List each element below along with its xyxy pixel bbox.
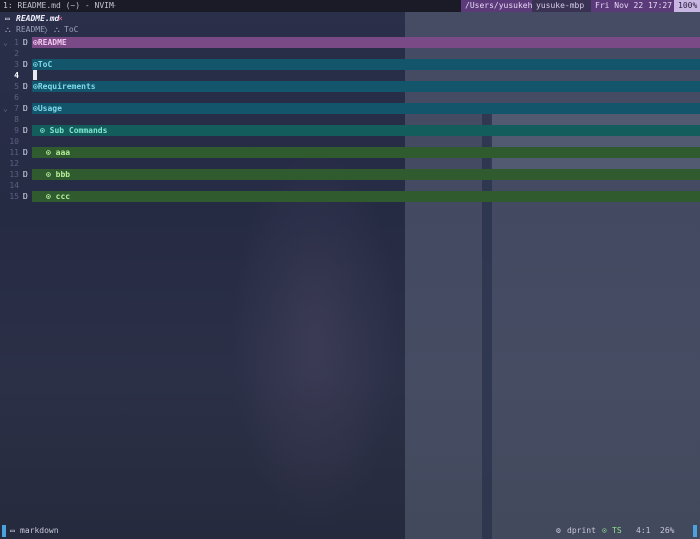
editor-line[interactable]: 8 <box>0 114 700 125</box>
statusline: ▭ markdown ⚙ dprint ⊙ TS 4:1 26% <box>0 525 700 537</box>
heading-highlight: ⊙README <box>32 37 700 48</box>
heading-text: ⊙ ccc <box>46 192 71 201</box>
breadcrumb-separator: 〉 <box>44 26 52 35</box>
mode-indicator <box>2 525 6 537</box>
heading-text: ⊙Requirements <box>33 82 96 91</box>
buffer-tab[interactable]: ▭ README.md × <box>0 13 700 24</box>
editor-line[interactable]: 9 Ɒ ⊙ Sub Commands <box>0 125 700 136</box>
outline-icon: ⛬ <box>54 25 60 34</box>
wallpaper-glow <box>230 150 400 530</box>
markdown-file-icon: ▭ <box>10 526 15 535</box>
heading-highlight: ⊙ aaa <box>32 147 700 158</box>
heading-highlight: ⊙Usage <box>32 103 700 114</box>
line-number: 7 <box>14 104 19 113</box>
editor-line[interactable]: 13 Ɒ ⊙ bbb <box>0 169 700 180</box>
editor-line[interactable]: 6 <box>0 92 700 103</box>
filetype-label: markdown <box>20 526 59 535</box>
line-number: 9 <box>14 126 19 135</box>
editor-line[interactable]: ⌄ 1 Ɒ ⊙README <box>0 37 700 48</box>
tmux-path: /Users/yusukeh <box>461 0 534 12</box>
editor-line[interactable]: 10 <box>0 136 700 147</box>
editor-line[interactable]: 14 <box>0 180 700 191</box>
heading-text: ⊙README <box>33 38 67 47</box>
treesitter-label: TS <box>612 526 622 535</box>
editor-line[interactable]: 4 <box>0 70 700 81</box>
heading-highlight: ⊙ToC <box>32 59 700 70</box>
close-icon[interactable]: × <box>58 14 63 23</box>
line-number: 8 <box>14 115 19 124</box>
line-number: 14 <box>9 181 19 190</box>
editor-line[interactable]: 15 Ɒ ⊙ ccc <box>0 191 700 202</box>
treesitter-icon: ⊙ <box>602 526 607 535</box>
text-cursor <box>33 70 37 80</box>
heading-marker-icon: Ɒ <box>23 170 28 179</box>
line-number: 11 <box>9 148 19 157</box>
editor-line[interactable]: 11 Ɒ ⊙ aaa <box>0 147 700 158</box>
heading-marker-icon: Ɒ <box>23 38 28 47</box>
line-number: 5 <box>14 82 19 91</box>
tmux-window-title[interactable]: 1: README.md (~) - NVIM <box>3 1 114 10</box>
cursor-position: 4:1 <box>636 526 651 535</box>
line-number: 12 <box>9 159 19 168</box>
line-number: 15 <box>9 192 19 201</box>
heading-marker-icon: Ɒ <box>23 192 28 201</box>
heading-highlight: ⊙Requirements <box>32 81 700 92</box>
new-window-button[interactable]: + <box>111 1 116 10</box>
line-number: 10 <box>9 137 19 146</box>
editor-line[interactable]: 5 Ɒ ⊙Requirements <box>0 81 700 92</box>
tmux-datetime: Fri Nov 22 17:27 <box>591 0 677 12</box>
markdown-file-icon: ▭ <box>5 14 10 23</box>
heading-marker-icon: Ɒ <box>23 82 28 91</box>
outline-icon: ⛬ <box>5 25 11 34</box>
line-number: 4 <box>14 71 19 80</box>
editor-line[interactable]: 3 Ɒ ⊙ToC <box>0 59 700 70</box>
gear-icon: ⚙ <box>556 526 561 535</box>
line-number: 6 <box>14 93 19 102</box>
heading-highlight: ⊙ bbb <box>32 169 700 180</box>
line-number: 3 <box>14 60 19 69</box>
heading-marker-icon: Ɒ <box>23 126 28 135</box>
heading-marker-icon: Ɒ <box>23 148 28 157</box>
line-number: 13 <box>9 170 19 179</box>
heading-text: ⊙ToC <box>33 60 53 69</box>
heading-highlight: ⊙ ccc <box>32 191 700 202</box>
heading-text: ⊙ aaa <box>46 148 71 157</box>
heading-text: ⊙ Sub Commands <box>40 126 108 135</box>
heading-marker-icon: Ɒ <box>23 104 28 113</box>
editor-line[interactable]: 12 <box>0 158 700 169</box>
breadcrumb-item-toc[interactable]: ToC <box>64 25 78 34</box>
heading-text: ⊙Usage <box>33 104 62 113</box>
breadcrumb-item-readme[interactable]: README <box>16 25 45 34</box>
editor-line[interactable]: 2 <box>0 48 700 59</box>
editor-line[interactable]: ⌄ 7 Ɒ ⊙Usage <box>0 103 700 114</box>
heading-highlight: ⊙ Sub Commands <box>32 125 700 136</box>
heading-marker-icon: Ɒ <box>23 60 28 69</box>
tmux-battery: 100% <box>674 0 700 12</box>
scroll-percent: 26% <box>660 526 675 535</box>
heading-text: ⊙ bbb <box>46 170 71 179</box>
tmux-status-bar: 1: README.md (~) - NVIM + /Users/yusukeh… <box>0 0 700 12</box>
right-mode-indicator <box>693 525 697 537</box>
tmux-host: yusuke-mbp <box>532 0 593 12</box>
line-number: 2 <box>14 49 19 58</box>
formatter-label: dprint <box>567 526 596 535</box>
buffer-filename[interactable]: README.md <box>16 14 59 23</box>
line-number: 1 <box>14 38 19 47</box>
